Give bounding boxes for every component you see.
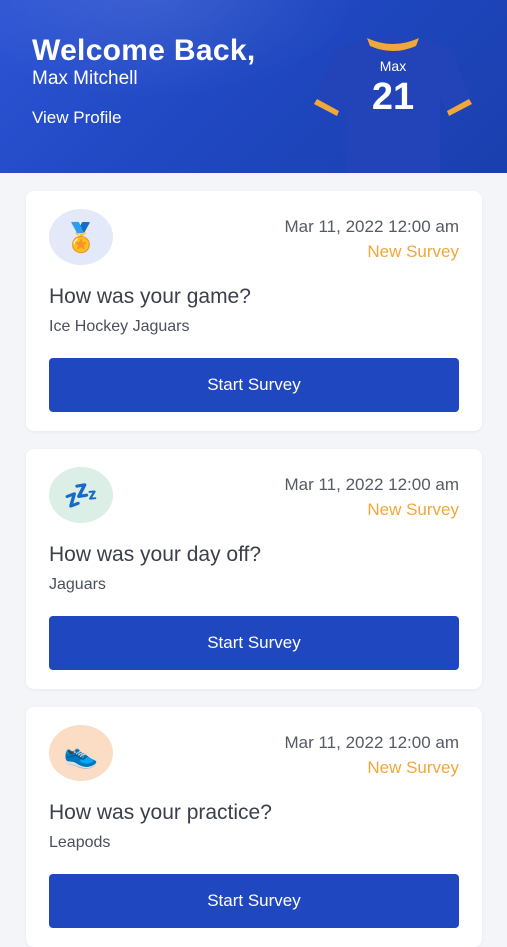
welcome-heading: Welcome Back, <box>32 34 256 67</box>
survey-card: 👟 Mar 11, 2022 12:00 am New Survey How w… <box>26 707 482 947</box>
jersey-name: Max <box>379 58 407 74</box>
survey-date: Mar 11, 2022 12:00 am <box>284 475 459 494</box>
survey-card: 🏅 Mar 11, 2022 12:00 am New Survey How w… <box>26 191 482 431</box>
medal-icon: 🏅 <box>49 209 113 265</box>
start-survey-button[interactable]: Start Survey <box>49 616 459 670</box>
survey-status: New Survey <box>367 242 459 261</box>
jersey-icon: Max 21 <box>312 36 474 173</box>
survey-team: Leapods <box>49 834 111 851</box>
user-name: Max Mitchell <box>32 68 138 89</box>
survey-title: How was your day off? <box>49 543 262 566</box>
start-survey-button[interactable]: Start Survey <box>49 874 459 928</box>
survey-team: Jaguars <box>49 576 106 593</box>
survey-title: How was your practice? <box>49 801 272 824</box>
jersey-number: 21 <box>371 76 415 118</box>
profile-header: Welcome Back, Max Mitchell View Profile … <box>0 0 507 173</box>
survey-status: New Survey <box>367 758 459 777</box>
survey-card: 💤 Mar 11, 2022 12:00 am New Survey How w… <box>26 449 482 689</box>
sleep-zzz-icon: 💤 <box>49 467 113 523</box>
survey-title: How was your game? <box>49 285 251 308</box>
view-profile-link[interactable]: View Profile <box>32 108 121 128</box>
survey-team: Ice Hockey Jaguars <box>49 318 190 335</box>
survey-date: Mar 11, 2022 12:00 am <box>284 217 459 236</box>
sneaker-icon: 👟 <box>49 725 113 781</box>
survey-status: New Survey <box>367 500 459 519</box>
survey-date: Mar 11, 2022 12:00 am <box>284 733 459 752</box>
start-survey-button[interactable]: Start Survey <box>49 358 459 412</box>
